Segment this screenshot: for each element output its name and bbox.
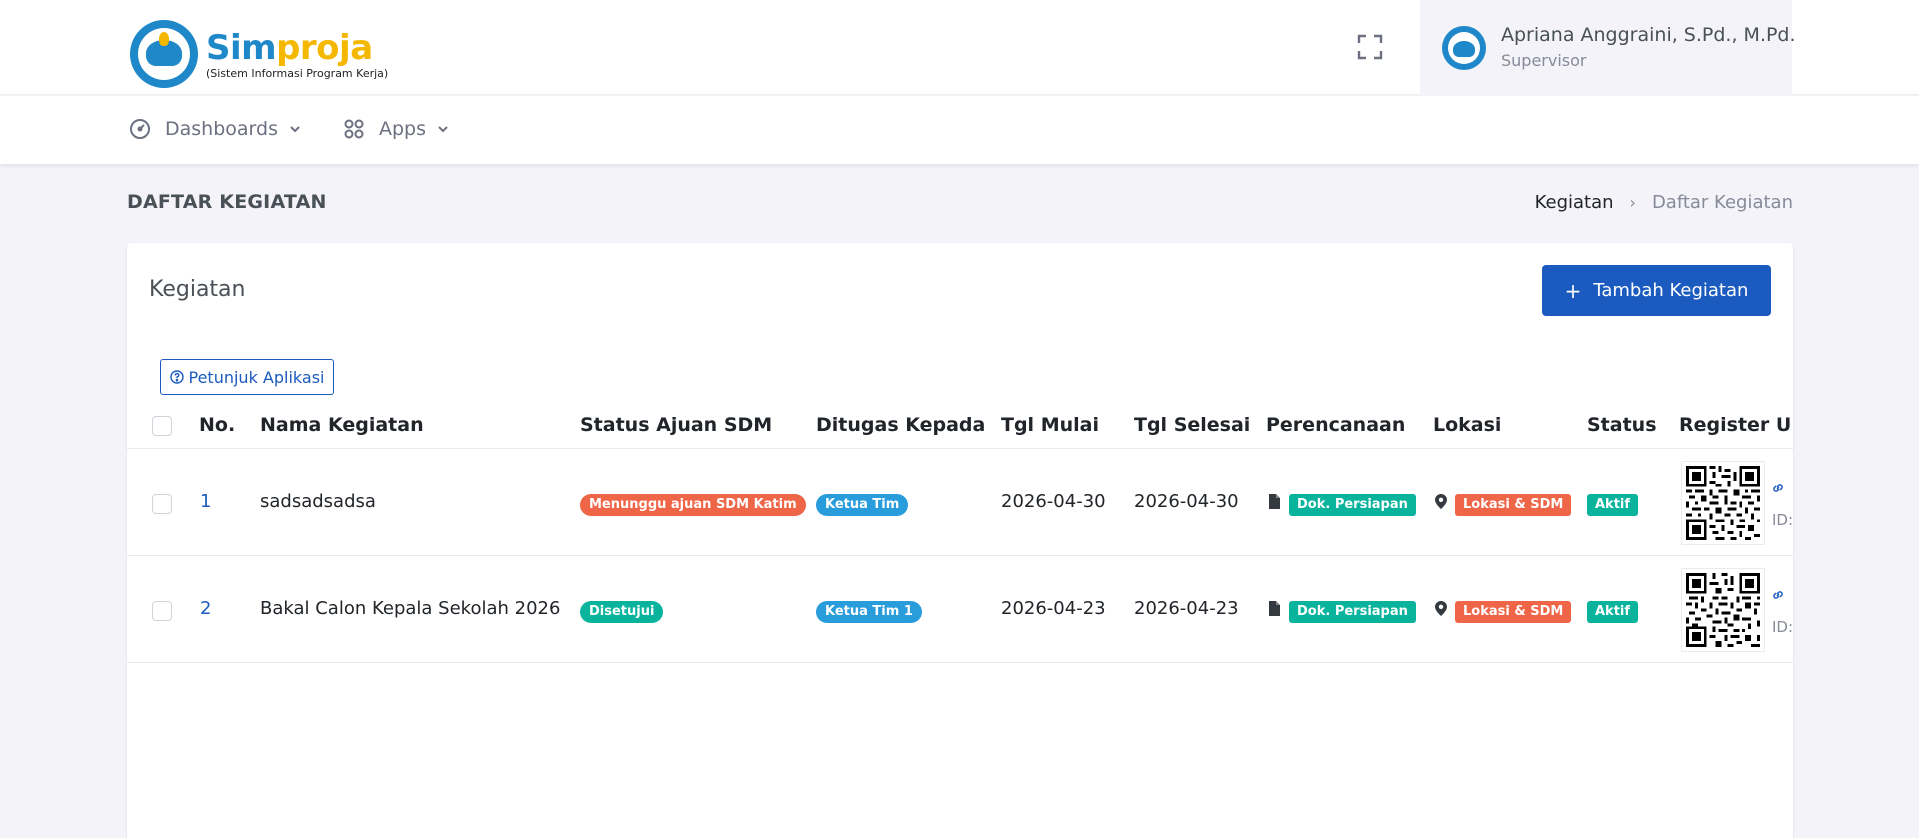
app-logo[interactable]: Simproja (Sistem Informasi Program Kerja…	[130, 20, 388, 88]
select-all-checkbox[interactable]	[152, 416, 172, 436]
nav-item-label: Dashboards	[165, 118, 278, 140]
map-pin-icon	[1435, 494, 1447, 509]
status-ajuan-badge: Disetujui	[580, 601, 664, 623]
status-badge: Aktif	[1587, 494, 1639, 516]
qr-code-image	[1686, 466, 1760, 540]
column-header-register-url[interactable]: Register URL	[1679, 414, 1793, 436]
link-icon[interactable]	[1771, 481, 1785, 495]
plus-icon: +	[1564, 278, 1582, 303]
column-header-ditugas-kepada[interactable]: Ditugas Kepada	[816, 414, 985, 436]
link-icon[interactable]	[1771, 588, 1785, 602]
end-date: 2026-04-23	[1134, 598, 1239, 619]
row-checkbox[interactable]	[152, 601, 172, 621]
speedometer-icon	[130, 119, 150, 139]
add-kegiatan-label: Tambah Kegiatan	[1593, 280, 1749, 301]
row-checkbox[interactable]	[152, 494, 172, 514]
map-pin-icon	[1435, 601, 1447, 616]
fullscreen-icon	[1357, 34, 1383, 60]
tut-wuri-handayani-logo-icon	[130, 20, 198, 88]
app-guide-label: Petunjuk Aplikasi	[188, 367, 325, 387]
qr-code-image	[1686, 573, 1760, 647]
apps-grid-icon	[344, 119, 364, 139]
help-circle-icon	[169, 370, 184, 384]
row-number[interactable]: 1	[200, 491, 211, 512]
breadcrumb: Kegiatan › Daftar Kegiatan	[1535, 192, 1793, 213]
dok-persiapan-link[interactable]: Dok. Persiapan	[1289, 601, 1416, 623]
brand-name-part1: Sim	[206, 27, 277, 68]
status-badge: Aktif	[1587, 601, 1639, 623]
brand-subtitle: (Sistem Informasi Program Kerja)	[206, 66, 389, 80]
chevron-down-icon	[290, 126, 300, 133]
avatar	[1442, 26, 1486, 70]
user-name: Apriana Anggraini, S.Pd., M.Pd.	[1501, 24, 1796, 46]
app-guide-button[interactable]: Petunjuk Aplikasi	[160, 359, 334, 395]
start-date: 2026-04-23	[1001, 598, 1106, 619]
row-number[interactable]: 2	[200, 598, 211, 619]
chevron-right-icon: ›	[1629, 193, 1636, 212]
brand-name-part2: proja	[276, 27, 373, 68]
column-header-lokasi[interactable]: Lokasi	[1433, 414, 1501, 436]
nav-item-label: Apps	[379, 118, 427, 140]
column-header-nama-kegiatan[interactable]: Nama Kegiatan	[260, 414, 424, 436]
kegiatan-name: Bakal Calon Kepala Sekolah 2026	[260, 598, 561, 619]
lokasi-sdm-link[interactable]: Lokasi & SDM	[1455, 601, 1572, 623]
fullscreen-button[interactable]	[1356, 33, 1384, 61]
start-date: 2026-04-30	[1001, 491, 1106, 512]
assignee-badge: Ketua Tim 1	[816, 601, 922, 623]
nav-item-dashboards[interactable]: Dashboards	[129, 118, 302, 140]
document-icon	[1269, 601, 1280, 616]
register-id: ID:	[1772, 618, 1793, 636]
column-header-tgl-mulai[interactable]: Tgl Mulai	[1001, 414, 1099, 436]
page-title: DAFTAR KEGIATAN	[127, 191, 327, 213]
column-header-tgl-selesai[interactable]: Tgl Selesai	[1134, 414, 1250, 436]
document-icon	[1269, 494, 1280, 509]
lokasi-sdm-link[interactable]: Lokasi & SDM	[1455, 494, 1572, 516]
breadcrumb-item-current: Daftar Kegiatan	[1651, 192, 1793, 213]
qr-code[interactable]	[1681, 461, 1765, 545]
table-header: No. Nama Kegiatan Status Ajuan SDM Ditug…	[127, 403, 1793, 449]
user-role: Supervisor	[1501, 51, 1587, 70]
table-row: 1 sadsadsadsa Menunggu ajuan SDM Katim K…	[127, 449, 1793, 556]
column-header-perencanaan[interactable]: Perencanaan	[1266, 414, 1405, 436]
kegiatan-card: Kegiatan + Tambah Kegiatan Petunjuk Apli…	[127, 243, 1793, 838]
end-date: 2026-04-30	[1134, 491, 1239, 512]
brand-name: Simproja	[206, 29, 388, 67]
chevron-down-icon	[438, 126, 448, 133]
qr-code[interactable]	[1681, 568, 1765, 652]
table-row: 2 Bakal Calon Kepala Sekolah 2026 Disetu…	[127, 556, 1793, 663]
register-id: ID:	[1772, 511, 1793, 529]
card-title: Kegiatan	[149, 277, 246, 302]
add-kegiatan-button[interactable]: + Tambah Kegiatan	[1542, 265, 1771, 316]
column-header-status[interactable]: Status	[1587, 414, 1657, 436]
main-navbar: Dashboards Apps	[0, 96, 1919, 164]
top-header: Simproja (Sistem Informasi Program Kerja…	[0, 0, 1919, 95]
status-ajuan-badge: Menunggu ajuan SDM Katim	[580, 494, 806, 516]
breadcrumb-item-kegiatan[interactable]: Kegiatan	[1535, 192, 1614, 213]
kegiatan-name: sadsadsadsa	[260, 491, 376, 512]
assignee-badge: Ketua Tim	[816, 494, 909, 516]
column-header-status-ajuan-sdm[interactable]: Status Ajuan SDM	[580, 414, 772, 436]
user-profile-dropdown[interactable]: Apriana Anggraini, S.Pd., M.Pd. Supervis…	[1420, 0, 1796, 95]
nav-item-apps[interactable]: Apps	[343, 118, 450, 140]
dok-persiapan-link[interactable]: Dok. Persiapan	[1289, 494, 1416, 516]
column-header-no[interactable]: No.	[199, 414, 235, 436]
